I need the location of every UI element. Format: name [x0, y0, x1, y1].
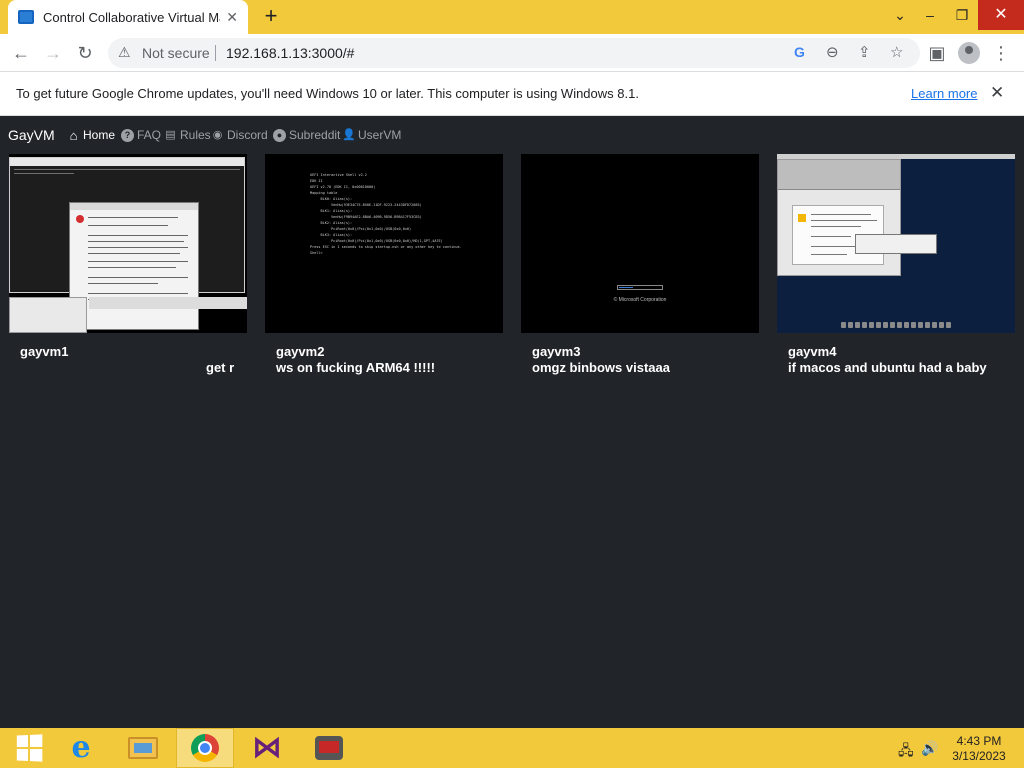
boot-progress-bar	[617, 285, 663, 290]
nav-discord[interactable]: ◉ Discord	[211, 128, 268, 142]
user-icon: 👤	[342, 128, 356, 141]
home-icon: ⌂	[69, 127, 78, 143]
nav-home-label: Home	[83, 128, 116, 142]
zoom-out-icon[interactable]: ⊖	[826, 43, 839, 61]
update-infobar: To get future Google Chrome updates, you…	[0, 72, 1024, 116]
volume-icon[interactable]: 🔊	[921, 740, 938, 757]
forward-button[interactable]: →	[38, 38, 68, 68]
vm-name[interactable]: gayvm2	[276, 344, 324, 359]
visual-studio-icon: ⋈	[252, 731, 282, 764]
thumb-statusbar	[89, 297, 247, 309]
browser-toolbar: ← → ↻ ⚠ Not secure 192.168.1.13:3000/# G…	[0, 34, 1024, 72]
clipboard-icon: ▤	[165, 128, 176, 141]
taskbar-app[interactable]	[300, 728, 358, 768]
vm-name[interactable]: gayvm3	[532, 344, 580, 359]
share-icon[interactable]: ⇪	[858, 43, 871, 61]
page-content: GayVM ⌂ Home ? FAQ ▤ Rules ◉ Discord ● S…	[0, 116, 1024, 728]
nav-uservm-label: UserVM	[358, 128, 402, 142]
internet-explorer-icon: e	[71, 730, 91, 765]
nav-subreddit[interactable]: ● Subreddit	[273, 128, 340, 142]
security-label[interactable]: Not secure	[142, 45, 210, 61]
menu-kebab-icon[interactable]: ⋮	[986, 38, 1016, 68]
infobar-close-icon[interactable]: ✕	[990, 83, 1004, 103]
start-button[interactable]	[0, 728, 58, 768]
windows-logo-icon	[16, 734, 43, 762]
vm-title: ws on fucking ARM64 !!!!!	[276, 360, 436, 375]
thumb-dock	[839, 322, 953, 330]
question-icon: ?	[121, 128, 134, 142]
app-icon	[315, 736, 343, 760]
taskbar-explorer[interactable]	[114, 728, 172, 768]
taskbar-visual-studio[interactable]: ⋈	[238, 728, 296, 768]
warning-icon[interactable]: ⚠	[118, 44, 131, 61]
thumb-panel	[9, 297, 87, 333]
reload-button[interactable]: ↻	[70, 38, 100, 68]
clock-date: 3/13/2023	[952, 749, 1006, 763]
chevron-down-icon[interactable]: ⌄	[884, 0, 916, 30]
vm-name[interactable]: gayvm4	[788, 344, 836, 359]
vm-screenshot[interactable]	[777, 154, 1015, 333]
network-icon[interactable]: 🖧	[898, 740, 914, 764]
windows-taskbar: e ⋈ 🖧 🔊 4:43 PM 3/13/2023	[0, 728, 1024, 768]
thumb-finder-window	[777, 159, 901, 276]
discord-icon: ◉	[212, 128, 223, 141]
boot-caption: © Microsoft Corporation	[613, 297, 667, 303]
vm-screenshot[interactable]: UEFI Interactive Shell v2.2 EDK II UEFI …	[265, 154, 503, 333]
monitor-icon	[18, 10, 34, 24]
vm-name[interactable]: gayvm1	[20, 344, 68, 359]
nav-uservm[interactable]: 👤 UserVM	[342, 128, 401, 142]
bookmark-star-icon[interactable]: ☆	[890, 43, 903, 61]
browser-tab-strip: Control Collaborative Virtual Ma ✕ + ⌄ –…	[0, 0, 1024, 34]
navbar: GayVM ⌂ Home ? FAQ ▤ Rules ◉ Discord ● S…	[0, 116, 1024, 154]
divider	[215, 45, 216, 61]
nav-faq-label: FAQ	[137, 128, 162, 142]
reddit-icon: ●	[273, 128, 286, 142]
infobar-message: To get future Google Chrome updates, you…	[16, 86, 639, 101]
vm-title: omgz binbows vistaaa	[532, 360, 670, 375]
thumb-alert	[855, 234, 937, 254]
learn-more-link[interactable]: Learn more	[911, 86, 977, 101]
chrome-icon	[191, 734, 219, 762]
tab-close-icon[interactable]: ✕	[226, 9, 238, 26]
window-close-button[interactable]: ✕	[978, 0, 1024, 30]
side-panel-icon[interactable]: ▣	[922, 38, 952, 68]
restore-button[interactable]: ❐	[946, 0, 978, 30]
url-text[interactable]: 192.168.1.13:3000/#	[226, 45, 354, 61]
tab-title: Control Collaborative Virtual Ma	[43, 9, 221, 25]
new-tab-button[interactable]: +	[258, 3, 284, 29]
vm-screenshot[interactable]: © Microsoft Corporation	[521, 154, 759, 333]
minimize-button[interactable]: –	[914, 0, 946, 30]
file-explorer-icon	[128, 737, 158, 759]
address-bar[interactable]: ⚠ Not secure 192.168.1.13:3000/# G ⊖ ⇪ ☆	[108, 38, 920, 68]
nav-rules-label: Rules	[180, 128, 211, 142]
vm-screenshot[interactable]	[9, 154, 247, 333]
back-button[interactable]: ←	[6, 38, 36, 68]
taskbar-chrome[interactable]	[176, 728, 234, 768]
nav-discord-label: Discord	[227, 128, 268, 142]
nav-subreddit-label: Subreddit	[289, 128, 341, 142]
nav-faq[interactable]: ? FAQ	[121, 128, 161, 142]
taskbar-clock[interactable]: 4:43 PM 3/13/2023	[946, 734, 1012, 764]
clock-time: 4:43 PM	[956, 734, 1002, 748]
uefi-console-text: UEFI Interactive Shell v2.2 EDK II UEFI …	[310, 173, 462, 255]
nav-rules[interactable]: ▤ Rules	[164, 128, 211, 142]
thumb-error-dialog	[69, 202, 199, 330]
google-icon[interactable]: G	[794, 44, 805, 60]
brand-logo[interactable]: GayVM	[8, 127, 55, 143]
profile-avatar[interactable]	[958, 42, 980, 64]
vm-title: get r	[206, 360, 235, 375]
taskbar-ie[interactable]: e	[52, 728, 110, 768]
vm-title: if macos and ubuntu had a baby	[788, 360, 987, 375]
nav-home[interactable]: ⌂ Home	[67, 128, 115, 142]
browser-tab[interactable]: Control Collaborative Virtual Ma ✕	[8, 0, 248, 34]
